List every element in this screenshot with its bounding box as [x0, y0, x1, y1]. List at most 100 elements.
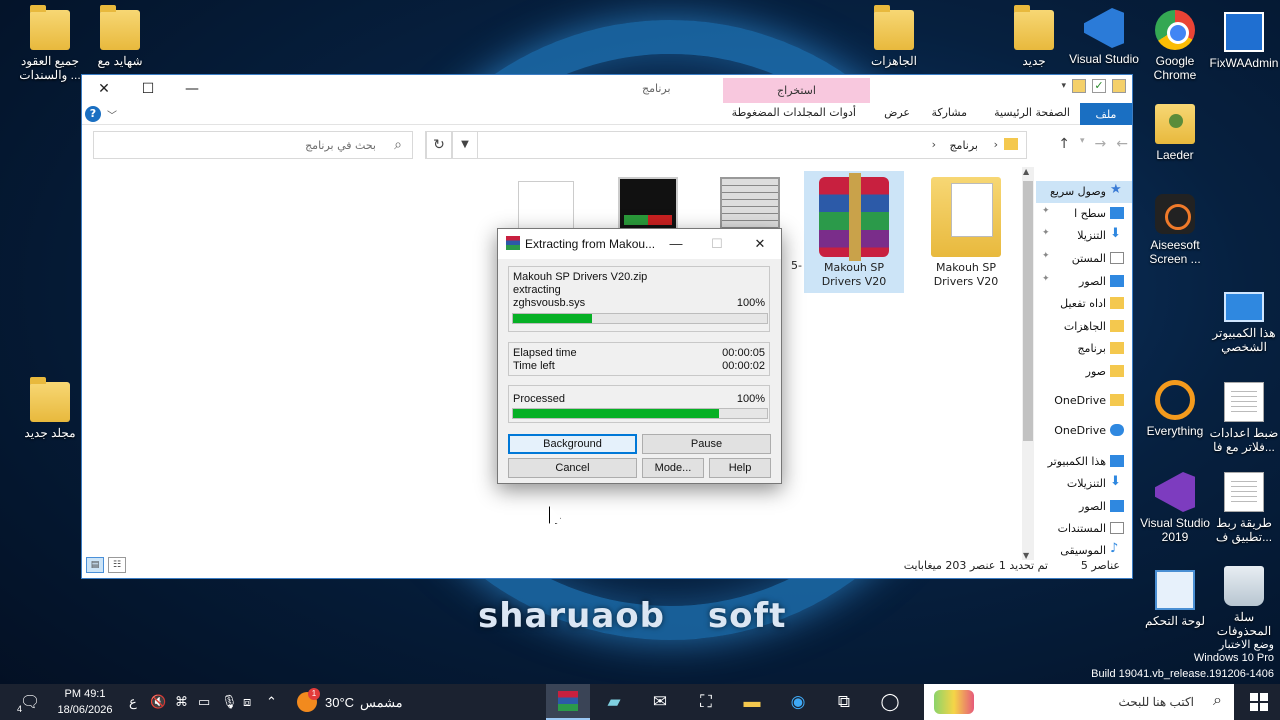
dialog-minimize-button[interactable]: —: [662, 233, 690, 255]
nav-item-quick-access[interactable]: ★ وصول سريع: [1036, 181, 1132, 203]
recent-chevron-icon[interactable]: ▾: [1080, 136, 1085, 152]
cortana-button[interactable]: ◯: [868, 684, 912, 720]
close-button[interactable]: ✕: [82, 75, 126, 103]
nav-item-documents[interactable]: المستن ✦: [1036, 248, 1132, 270]
nav-item-onedrive-folder[interactable]: OneDrive: [1036, 390, 1132, 412]
notification-center-icon[interactable]: 🗨: [20, 692, 40, 712]
large-icons-view-icon[interactable]: ▤: [86, 557, 104, 573]
forward-arrow-icon[interactable]: →: [1095, 136, 1107, 152]
pause-button[interactable]: Pause: [642, 434, 771, 454]
volume-muted-icon[interactable]: 🔇: [150, 694, 166, 710]
expand-ribbon-chevron-icon[interactable]: ﹀: [107, 107, 117, 122]
nav-item-onedrive[interactable]: OneDrive: [1036, 420, 1132, 442]
task-view-button[interactable]: ⧉: [822, 684, 866, 720]
help-icon[interactable]: ?: [85, 106, 101, 122]
breadcrumb-chevron-icon[interactable]: ›: [932, 138, 936, 151]
nav-item-this-pc[interactable]: هذا الكمبيوتر: [1036, 451, 1132, 473]
nav-item-ready[interactable]: الجاهزات: [1036, 316, 1132, 338]
microphone-icon[interactable]: 🎙: [221, 694, 238, 710]
desktop-icon-new-folder[interactable]: مجلد جديد: [12, 377, 88, 440]
desktop-icon-filter-settings[interactable]: ضبط اعدادات فلاتر مع فا...: [1206, 382, 1280, 454]
desktop-icon-laeder[interactable]: Laeder: [1137, 104, 1213, 162]
back-arrow-icon[interactable]: ←: [1116, 136, 1128, 152]
background-button[interactable]: Background: [508, 434, 637, 454]
extraction-dialog[interactable]: Extracting from Makou... — ☐ ✕ Makouh SP…: [497, 228, 782, 484]
nav-item-program[interactable]: برنامج: [1036, 338, 1132, 360]
action-label: extracting: [513, 284, 561, 296]
cancel-button[interactable]: Cancel: [508, 458, 637, 478]
clock[interactable]: PM 49:1 18/06/2026: [50, 686, 120, 718]
dialog-close-button[interactable]: ✕: [746, 233, 774, 255]
weather-description[interactable]: مشمس: [360, 695, 403, 711]
battery-icon[interactable]: ▭: [198, 694, 210, 710]
nav-item-downloads-pc[interactable]: ⬇ التنزيلات: [1036, 473, 1132, 495]
taskbar-app-store[interactable]: ⛶: [684, 684, 728, 720]
start-button[interactable]: [1250, 693, 1268, 711]
desktop-icon-this-pc[interactable]: هذا الكمبيوتر الشخصي: [1206, 292, 1280, 354]
nav-scrollbar[interactable]: ▲ ▼: [1022, 167, 1034, 560]
mode-button[interactable]: Mode...: [642, 458, 704, 478]
desktop-icon-control-panel[interactable]: لوحة التحكم: [1137, 570, 1213, 628]
desktop-icon-contracts[interactable]: جميع العقود والسندات ...: [12, 5, 88, 82]
file-rar-item[interactable]: Makouh SP Drivers V20: [804, 171, 904, 293]
address-history-button[interactable]: ▼: [452, 131, 478, 159]
show-hidden-icons-chevron-icon[interactable]: ⌃: [266, 694, 277, 710]
details-view-icon[interactable]: ☷: [108, 557, 126, 573]
nav-item-images[interactable]: صور: [1036, 361, 1132, 383]
file-folder-item[interactable]: Makouh SP Drivers V20: [916, 171, 1016, 289]
taskbar-app-edge[interactable]: ◉: [776, 684, 820, 720]
weather-temperature[interactable]: 30°C: [325, 695, 354, 710]
nav-item-documents-pc[interactable]: المستندات: [1036, 518, 1132, 540]
address-bar[interactable]: ↻ ▼ › برنامج ›: [425, 131, 1027, 159]
desktop-icon-fixwaadmin[interactable]: FixWAAdmin: [1206, 12, 1280, 70]
desktop-icon-chrome[interactable]: Google Chrome: [1137, 10, 1213, 82]
desktop-icon-aiseesoft[interactable]: Aiseesoft Screen ...: [1137, 194, 1213, 266]
taskbar-search-input[interactable]: ⌕ اكتب هنا للبحث: [924, 684, 1234, 720]
taskbar-app-mail[interactable]: ✉: [638, 684, 682, 720]
breadcrumb-chevron-icon[interactable]: ›: [994, 138, 998, 151]
help-button[interactable]: Help: [709, 458, 771, 478]
input-language[interactable]: ع: [129, 694, 137, 710]
tab-share[interactable]: مشاركة: [931, 106, 967, 119]
tab-extract[interactable]: استخراج: [723, 78, 870, 103]
minimize-button[interactable]: —: [170, 75, 214, 103]
search-highlight-icon[interactable]: [934, 690, 974, 714]
maximize-button[interactable]: ☐: [126, 75, 170, 103]
nav-scrollbar-thumb[interactable]: [1023, 181, 1033, 441]
desktop-icon-recycle-bin[interactable]: سلة المحذوفات: [1206, 566, 1280, 638]
nav-item-activation-tool[interactable]: اداه تفعيل: [1036, 293, 1132, 315]
desktop-icon-link-app[interactable]: طريقة ربط تطبيق ف...: [1206, 472, 1280, 544]
network-icon[interactable]: ⌘: [175, 694, 188, 710]
explorer-titlebar[interactable]: ✕ ☐ — برنامج استخراج ▾ ✓: [82, 75, 1132, 103]
device-icon[interactable]: ⧈: [243, 694, 251, 710]
taskbar-app-notes[interactable]: ▰: [592, 684, 636, 720]
desktop-icon-visual-studio-2019[interactable]: Visual Studio 2019: [1137, 472, 1213, 544]
up-arrow-icon[interactable]: ↑: [1058, 136, 1070, 152]
tab-view[interactable]: عرض: [884, 106, 910, 119]
desktop-icon-certificates[interactable]: شهايد مع: [82, 5, 158, 68]
new-folder-icon[interactable]: [1072, 79, 1086, 93]
tab-home[interactable]: الصفحة الرئيسية: [994, 106, 1070, 119]
tab-compressed-tools[interactable]: أدوات المجلدات المضغوطة: [732, 106, 856, 119]
dialog-titlebar[interactable]: Extracting from Makou... — ☐ ✕: [498, 229, 781, 259]
nav-item-downloads[interactable]: ⬇ التنزيلا ✦: [1036, 225, 1132, 247]
desktop-icon-new[interactable]: جديد: [996, 5, 1072, 68]
desktop-icon-everything[interactable]: Everything: [1137, 380, 1213, 438]
desktop-icon-ready[interactable]: الجاهزات: [856, 5, 932, 68]
breadcrumb[interactable]: برنامج: [949, 139, 978, 152]
taskbar-app-explorer[interactable]: ▬: [730, 684, 774, 720]
scroll-up-icon[interactable]: ▲: [1023, 167, 1029, 176]
folder-icon: [1004, 138, 1018, 150]
refresh-button[interactable]: ↻: [426, 131, 452, 159]
nav-item-pictures[interactable]: الصور ✦: [1036, 271, 1132, 293]
navigation-pane[interactable]: ▲ ▼ ★ وصول سريع سطح ا ✦ ⬇ التنزيلا ✦ المستن ✦…: [1022, 167, 1133, 560]
desktop-icon-visual-studio[interactable]: Visual Studio: [1066, 8, 1142, 66]
properties-icon[interactable]: ✓: [1092, 79, 1106, 93]
nav-item-pictures-pc[interactable]: الصور: [1036, 496, 1132, 518]
search-input[interactable]: بحث في برنامج ⌕: [93, 131, 413, 159]
tab-file[interactable]: ملف: [1080, 103, 1132, 125]
notes-icon: ▰: [607, 692, 621, 711]
nav-item-desktop[interactable]: سطح ا ✦: [1036, 203, 1132, 225]
customize-toolbar-chevron-icon[interactable]: ▾: [1061, 81, 1066, 91]
taskbar-app-winrar[interactable]: [546, 684, 590, 720]
